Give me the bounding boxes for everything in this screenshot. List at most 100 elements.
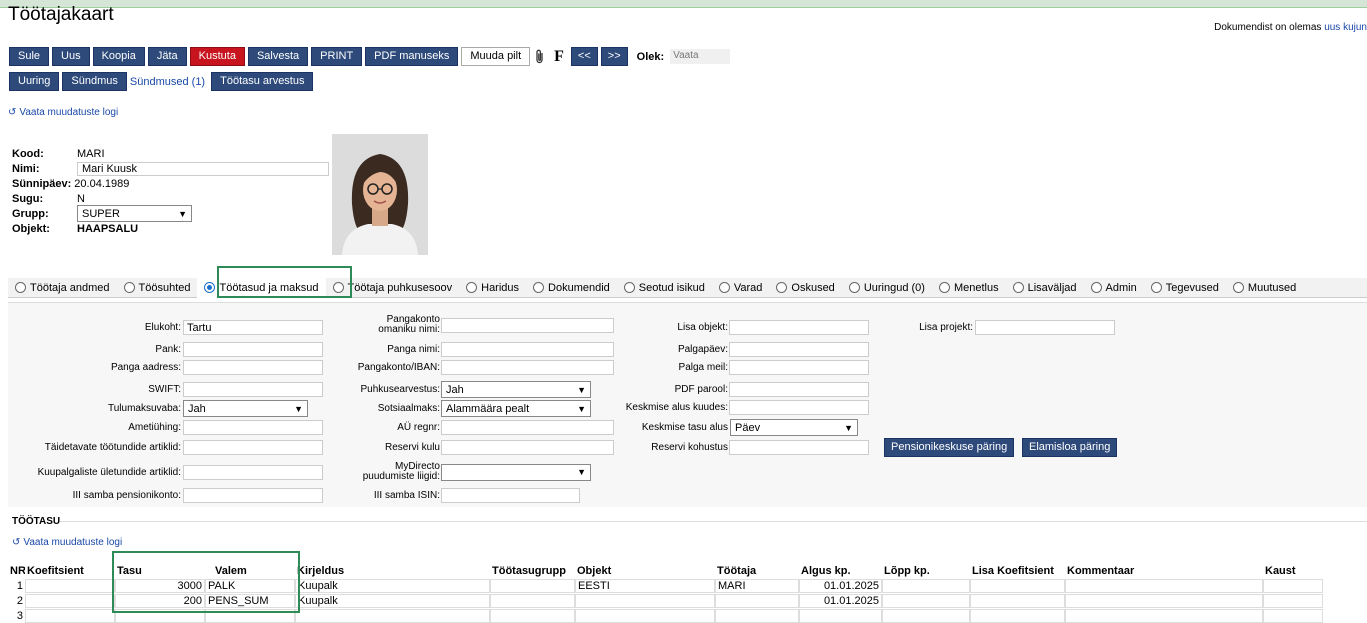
- tootaja-cell[interactable]: [715, 608, 799, 623]
- algus-cell[interactable]: 01.01.2025: [799, 593, 882, 608]
- tootaja-cell[interactable]: MARI: [715, 578, 799, 593]
- salary-calculation-button[interactable]: Töötasu arvestus: [211, 72, 314, 91]
- reserve-cost-input[interactable]: [441, 440, 614, 455]
- study-button[interactable]: Uuring: [9, 72, 60, 91]
- residence-permit-query-button[interactable]: Elamisloa päring: [1022, 438, 1118, 457]
- tab-documents[interactable]: Dokumendid: [526, 278, 617, 298]
- residence-input[interactable]: [183, 320, 323, 335]
- bank-address-input[interactable]: [183, 360, 323, 375]
- tab-employment[interactable]: Töösuhted: [117, 278, 198, 298]
- tootasugrupp-cell[interactable]: [490, 593, 575, 608]
- tootaja-cell[interactable]: [715, 593, 799, 608]
- tab-admin[interactable]: Admin: [1084, 278, 1144, 298]
- koefitsient-cell[interactable]: [25, 593, 115, 608]
- average-months-input[interactable]: [729, 400, 869, 415]
- kaust-cell[interactable]: [1263, 608, 1323, 623]
- discard-button[interactable]: Jäta: [147, 47, 187, 66]
- paperclip-icon[interactable]: [533, 47, 547, 66]
- extra-object-input[interactable]: [729, 320, 869, 335]
- kaust-cell[interactable]: [1263, 593, 1323, 608]
- tab-education[interactable]: Haridus: [459, 278, 526, 298]
- lisa-koefitsient-cell[interactable]: [970, 608, 1065, 623]
- reserve-obligation-input[interactable]: [729, 440, 869, 455]
- lopp-cell[interactable]: [882, 608, 970, 623]
- tasu-cell[interactable]: 200: [115, 593, 205, 608]
- swift-input[interactable]: [183, 382, 323, 397]
- valem-cell[interactable]: [205, 608, 295, 623]
- next-record-button[interactable]: >>: [600, 47, 628, 66]
- valem-cell[interactable]: PALK: [205, 578, 295, 593]
- tootasugrupp-cell[interactable]: [490, 608, 575, 623]
- new-button[interactable]: Uus: [52, 47, 90, 66]
- pension-account-input[interactable]: [183, 488, 323, 503]
- tab-assets[interactable]: Varad: [712, 278, 770, 298]
- lopp-cell[interactable]: [882, 593, 970, 608]
- change-picture-button[interactable]: Muuda pilt: [461, 47, 531, 66]
- koefitsient-cell[interactable]: [25, 608, 115, 623]
- kaust-cell[interactable]: [1263, 578, 1323, 593]
- tax-free-select[interactable]: Jah ▼: [183, 400, 308, 417]
- iban-input[interactable]: [441, 360, 614, 375]
- f-button[interactable]: F: [550, 48, 568, 66]
- group-select[interactable]: SUPER ▼: [77, 205, 192, 222]
- kirjeldus-cell[interactable]: Kuupalk: [295, 578, 490, 593]
- objekt-cell[interactable]: [575, 608, 715, 623]
- pdf-attachment-button[interactable]: PDF manuseks: [365, 47, 459, 66]
- tasu-cell[interactable]: [115, 608, 205, 623]
- koefitsient-cell[interactable]: [25, 578, 115, 593]
- lisa-koefitsient-cell[interactable]: [970, 578, 1065, 593]
- isin-input[interactable]: [441, 488, 580, 503]
- tab-extra-fields[interactable]: Lisaväljad: [1006, 278, 1084, 298]
- payday-input[interactable]: [729, 342, 869, 357]
- tab-related-persons[interactable]: Seotud isikud: [617, 278, 712, 298]
- salary-change-log-link[interactable]: ↺ Vaata muudatuste logi: [12, 537, 122, 548]
- tab-skills[interactable]: Oskused: [769, 278, 841, 298]
- algus-cell[interactable]: [799, 608, 882, 623]
- valem-cell[interactable]: PENS_SUM: [205, 593, 295, 608]
- extra-project-input[interactable]: [975, 320, 1115, 335]
- close-button[interactable]: Sule: [9, 47, 50, 66]
- events-link[interactable]: Sündmused (1): [127, 76, 208, 88]
- lopp-cell[interactable]: [882, 578, 970, 593]
- bank-name-input[interactable]: [441, 342, 614, 357]
- overtime-articles-input[interactable]: [183, 465, 323, 480]
- average-pay-basis-select[interactable]: Päev ▼: [730, 419, 858, 436]
- lisa-koefitsient-cell[interactable]: [970, 593, 1065, 608]
- union-input[interactable]: [183, 420, 323, 435]
- tasu-cell[interactable]: 3000: [115, 578, 205, 593]
- account-owner-input[interactable]: [441, 317, 614, 333]
- doc-note-link[interactable]: uus kujun: [1324, 22, 1367, 33]
- name-input[interactable]: [77, 161, 329, 176]
- print-button[interactable]: PRINT: [311, 47, 363, 66]
- kommentaar-cell[interactable]: [1065, 608, 1263, 623]
- tab-employee-data[interactable]: Töötaja andmed: [8, 278, 117, 298]
- pdf-password-input[interactable]: [729, 382, 869, 397]
- tab-proceedings[interactable]: Menetlus: [932, 278, 1006, 298]
- union-regnr-input[interactable]: [441, 420, 614, 435]
- bank-input[interactable]: [183, 342, 323, 357]
- vacation-calc-select[interactable]: Jah ▼: [441, 381, 591, 398]
- kirjeldus-cell[interactable]: [295, 608, 490, 623]
- tab-studies[interactable]: Uuringud (0): [842, 278, 932, 298]
- save-button[interactable]: Salvesta: [247, 47, 309, 66]
- tab-vacation-wish[interactable]: Töötaja puhkusesoov: [326, 278, 460, 298]
- event-button[interactable]: Sündmus: [62, 72, 127, 91]
- pension-center-query-button[interactable]: Pensionikeskuse päring: [884, 438, 1015, 457]
- kommentaar-cell[interactable]: [1065, 578, 1263, 593]
- prev-record-button[interactable]: <<: [570, 47, 598, 66]
- objekt-cell[interactable]: [575, 593, 715, 608]
- tootasugrupp-cell[interactable]: [490, 578, 575, 593]
- absence-types-select[interactable]: ▼: [441, 463, 591, 481]
- tab-activities[interactable]: Tegevused: [1144, 278, 1226, 298]
- tab-changes[interactable]: Muutused: [1226, 278, 1303, 298]
- algus-cell[interactable]: 01.01.2025: [799, 578, 882, 593]
- change-log-link[interactable]: ↺ Vaata muudatuste logi: [8, 107, 118, 118]
- work-hours-articles-input[interactable]: [183, 440, 323, 455]
- tab-salaries-taxes[interactable]: Töötasud ja maksud: [197, 277, 326, 298]
- copy-button[interactable]: Koopia: [92, 47, 145, 66]
- kirjeldus-cell[interactable]: Kuupalk: [295, 593, 490, 608]
- salary-email-input[interactable]: [729, 360, 869, 375]
- social-tax-select[interactable]: Alammäära pealt ▼: [441, 400, 591, 417]
- objekt-cell[interactable]: EESTI: [575, 578, 715, 593]
- delete-button[interactable]: Kustuta: [189, 47, 245, 66]
